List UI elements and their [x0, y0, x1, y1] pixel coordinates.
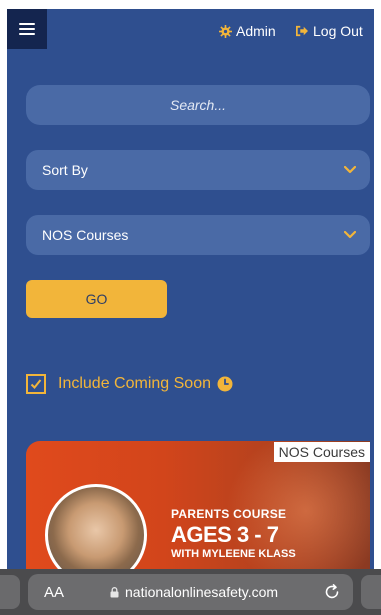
url-text: nationalonlinesafety.com — [125, 584, 279, 600]
card-presenter: WITH MYLEENE KLASS — [171, 548, 296, 560]
include-coming-soon-label[interactable]: Include Coming Soon — [58, 375, 233, 393]
course-category-select[interactable]: NOS Courses — [26, 215, 370, 255]
card-subtitle: PARENTS COURSE — [171, 507, 287, 521]
card-title: AGES 3 - 7 — [171, 522, 279, 547]
admin-link[interactable]: Admin — [219, 23, 276, 39]
logout-icon — [295, 25, 309, 37]
coming-soon-text: Include Coming Soon — [58, 375, 211, 392]
check-icon — [30, 378, 42, 390]
previous-tab[interactable] — [0, 575, 20, 609]
presenter-avatar — [45, 484, 147, 569]
logout-label: Log Out — [313, 23, 363, 39]
include-coming-soon-checkbox[interactable] — [26, 374, 46, 394]
sort-by-select[interactable]: Sort By — [26, 150, 370, 190]
next-tab[interactable] — [361, 575, 381, 609]
app-screen: Admin Log Out Sort By NOS Courses GO Inc… — [7, 9, 374, 569]
chevron-down-icon — [344, 231, 356, 239]
logout-link[interactable]: Log Out — [295, 23, 363, 39]
card-category-tag: NOS Courses — [273, 442, 370, 462]
reload-icon[interactable] — [323, 583, 341, 601]
sort-by-label: Sort By — [42, 162, 88, 178]
text-size-button[interactable]: AA — [44, 584, 64, 601]
course-category-label: NOS Courses — [42, 227, 129, 243]
browser-toolbar: AA nationalonlinesafety.com — [0, 569, 381, 615]
go-button[interactable]: GO — [26, 280, 167, 318]
menu-icon — [19, 23, 35, 35]
url-display: nationalonlinesafety.com — [110, 584, 278, 600]
menu-button[interactable] — [7, 9, 47, 49]
chevron-down-icon — [344, 166, 356, 174]
search-input[interactable] — [26, 85, 370, 125]
gear-icon — [219, 24, 232, 38]
course-card[interactable]: NOS Courses PARENTS COURSE AGES 3 - 7 WI… — [26, 441, 370, 569]
clock-icon — [217, 376, 233, 392]
lock-icon — [110, 586, 119, 598]
address-bar[interactable]: AA nationalonlinesafety.com — [28, 574, 353, 610]
admin-label: Admin — [236, 23, 276, 39]
